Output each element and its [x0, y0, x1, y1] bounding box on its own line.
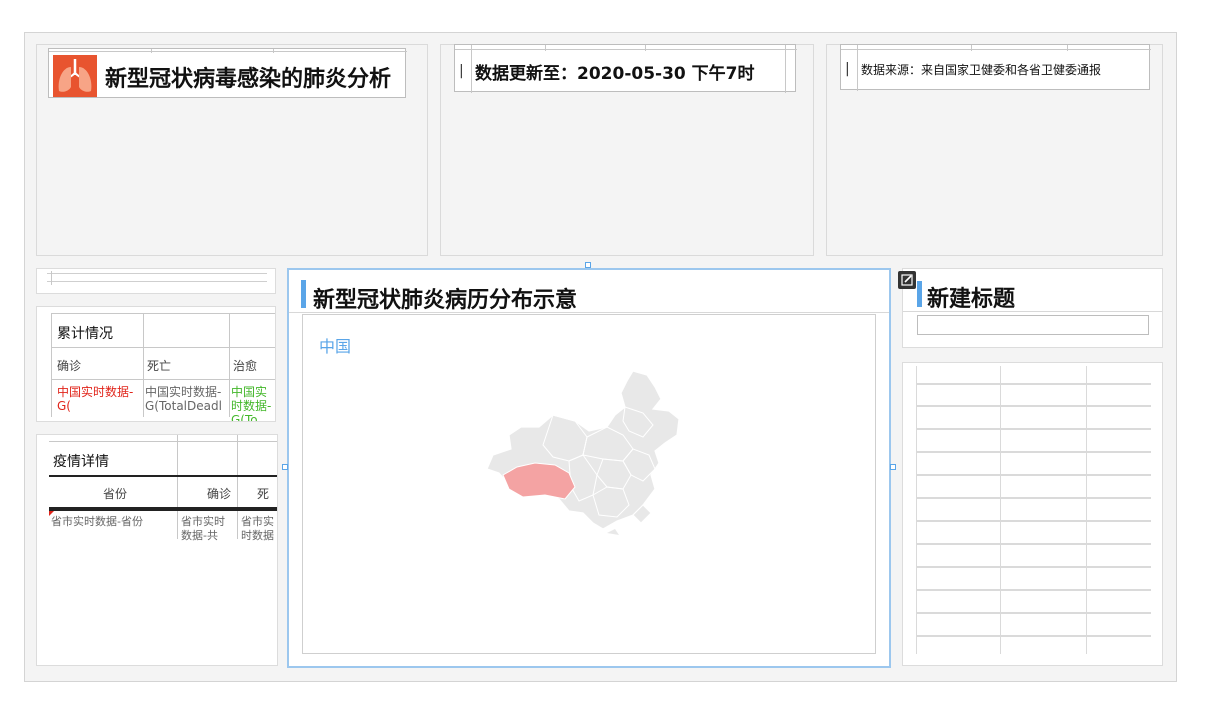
- new-title-input[interactable]: [917, 315, 1149, 335]
- new-title-panel[interactable]: 新建标题: [902, 268, 1163, 348]
- table-col-divider: [1000, 366, 1001, 654]
- update-separator: |: [459, 63, 464, 79]
- summary-col-confirmed: 确诊: [57, 359, 82, 373]
- resize-handle-left[interactable]: [282, 464, 288, 470]
- lungs-icon: [53, 55, 97, 97]
- table-row-line: [916, 589, 1151, 591]
- table-row-line: [916, 635, 1151, 637]
- source-separator: |: [845, 61, 850, 77]
- table-row-line: [916, 566, 1151, 568]
- table-row-line: [916, 405, 1151, 407]
- detail-title: 疫情详情: [53, 454, 109, 470]
- summary-value-cured: 中国实时数据-G(To: [231, 385, 272, 422]
- new-title-accent: [917, 281, 922, 307]
- detail-cell-deaths: 省市实时数据: [241, 515, 274, 542]
- map-region-label[interactable]: 中国: [319, 333, 351, 357]
- table-col-divider: [916, 366, 917, 654]
- table-row-line: [916, 383, 1151, 385]
- title-box[interactable]: 新型冠状病毒感染的肺炎分析: [48, 48, 407, 98]
- detail-cell-confirmed: 省市实时数据-共: [181, 515, 225, 542]
- detail-cell-province: 省市实时数据-省份: [51, 515, 143, 528]
- resize-handle-top[interactable]: [585, 262, 591, 268]
- map-panel[interactable]: 新型冠状肺炎病历分布示意 中国: [287, 268, 891, 668]
- summary-value-deaths: 中国实时数据-G(TotalDeadl: [145, 385, 222, 413]
- detail-col-confirmed: 确诊: [207, 487, 232, 501]
- summary-col-deaths: 死亡: [147, 359, 172, 373]
- right-table-panel[interactable]: [902, 362, 1163, 666]
- table-row-line: [916, 497, 1151, 499]
- table-row-line: [916, 451, 1151, 453]
- table-row-line: [916, 520, 1151, 522]
- summary-col-cured: 治愈: [233, 359, 258, 373]
- table-row-line: [916, 474, 1151, 476]
- update-text: 数据更新至：2020-05-30 下午7时: [475, 64, 755, 84]
- app-title: 新型冠状病毒感染的肺炎分析: [105, 67, 392, 92]
- detail-col-province: 省份: [103, 487, 128, 501]
- map-chart-area[interactable]: 中国: [302, 314, 876, 654]
- table-row-line: [916, 543, 1151, 545]
- source-box[interactable]: | 数据来源：来自国家卫健委和各省卫健委通报: [840, 44, 1151, 91]
- china-map[interactable]: [483, 365, 713, 535]
- detail-panel[interactable]: 疫情详情 省份 确诊 死 省市实时数据-省份 省市实时数据-共 省市实时数据: [36, 434, 278, 666]
- source-text: 数据来源：来自国家卫健委和各省卫健委通报: [861, 63, 1102, 77]
- map-title-accent: [301, 280, 306, 308]
- map-region-china: [486, 370, 680, 530]
- new-title-text: 新建标题: [927, 287, 1016, 312]
- summary-panel[interactable]: 累计情况 确诊 死亡 治愈 中国实时数据-G( 中国实时数据-G(TotalDe…: [36, 306, 276, 422]
- left-thin-bar[interactable]: [36, 268, 276, 294]
- table-row-line: [916, 612, 1151, 614]
- summary-title: 累计情况: [57, 326, 113, 342]
- table-row-line: [916, 428, 1151, 430]
- edit-icon[interactable]: [898, 271, 916, 289]
- map-title: 新型冠状肺炎病历分布示意: [313, 288, 578, 313]
- update-box[interactable]: | 数据更新至：2020-05-30 下午7时: [454, 44, 797, 93]
- row-marker-icon: [49, 511, 54, 516]
- detail-col-deaths: 死: [257, 487, 270, 501]
- resize-handle-right[interactable]: [890, 464, 896, 470]
- summary-value-confirmed: 中国实时数据-G(: [57, 385, 134, 413]
- table-col-divider: [1086, 366, 1087, 654]
